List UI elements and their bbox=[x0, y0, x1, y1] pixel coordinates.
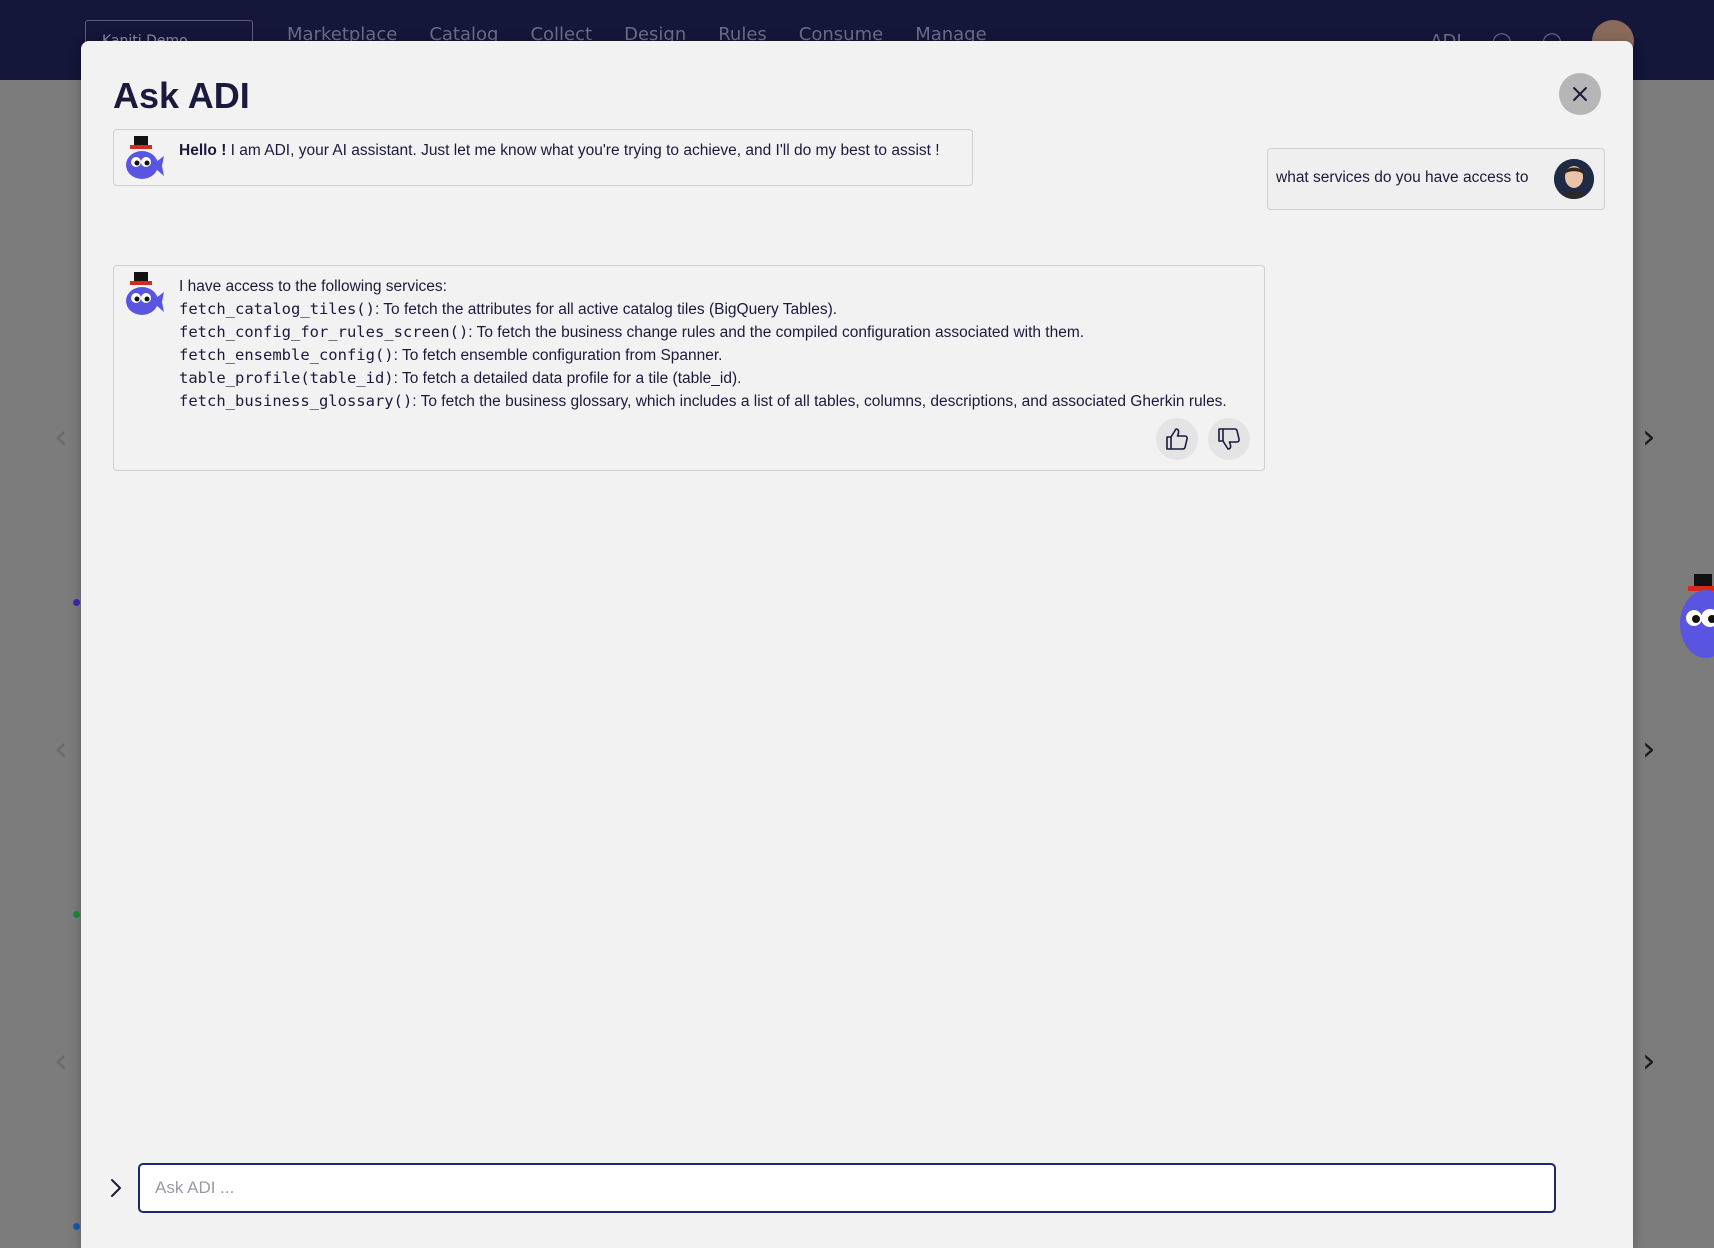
modal-title: Ask ADI bbox=[113, 75, 250, 116]
chevron-right-icon: › bbox=[1642, 417, 1656, 457]
feedback-buttons bbox=[1156, 418, 1250, 460]
greeting-bold: Hello ! bbox=[179, 142, 227, 159]
service-item: fetch_ensemble_config(): To fetch ensemb… bbox=[179, 344, 1227, 367]
user-message: what services do you have access to bbox=[1267, 148, 1605, 210]
status-dot bbox=[73, 1223, 80, 1230]
user-message-text: what services do you have access to bbox=[1276, 169, 1529, 186]
service-function: fetch_catalog_tiles() bbox=[179, 300, 375, 318]
mascot-icon bbox=[1680, 574, 1714, 658]
user-avatar-icon bbox=[1554, 159, 1594, 199]
thumbs-down-button[interactable] bbox=[1208, 418, 1250, 460]
services-intro: I have access to the following services: bbox=[179, 278, 447, 295]
service-function: fetch_config_for_rules_screen() bbox=[179, 323, 469, 341]
service-item: table_profile(table_id): To fetch a deta… bbox=[179, 367, 1227, 390]
chevron-left-icon: ‹ bbox=[54, 1041, 68, 1081]
thumbs-up-icon bbox=[1166, 428, 1188, 450]
service-description: : To fetch ensemble configuration from S… bbox=[393, 347, 723, 364]
bot-message-greeting: Hello ! I am ADI, your AI assistant. Jus… bbox=[113, 129, 973, 186]
service-item: fetch_business_glossary(): To fetch the … bbox=[179, 390, 1227, 413]
chevron-right-icon: › bbox=[1642, 729, 1656, 769]
adi-avatar-icon bbox=[126, 272, 164, 315]
service-description: : To fetch the business glossary, which … bbox=[412, 393, 1227, 410]
close-button[interactable] bbox=[1559, 73, 1601, 115]
user-avatar bbox=[1554, 159, 1594, 199]
service-item: fetch_catalog_tiles(): To fetch the attr… bbox=[179, 298, 1227, 321]
greeting-text: Hello ! I am ADI, your AI assistant. Jus… bbox=[179, 140, 940, 162]
chevron-right-icon bbox=[111, 1179, 121, 1197]
ask-adi-modal: Ask ADI Hello ! I am ADI, your AI assist… bbox=[81, 41, 1633, 1248]
ask-adi-input[interactable] bbox=[138, 1163, 1556, 1213]
service-item: fetch_config_for_rules_screen(): To fetc… bbox=[179, 321, 1227, 344]
thumbs-down-icon bbox=[1218, 428, 1240, 450]
status-dot bbox=[73, 911, 80, 918]
services-text: I have access to the following services:… bbox=[179, 276, 1227, 413]
thumbs-up-button[interactable] bbox=[1156, 418, 1198, 460]
service-description: : To fetch a detailed data profile for a… bbox=[393, 370, 742, 387]
service-function: table_profile(table_id) bbox=[179, 369, 394, 387]
status-dot bbox=[73, 599, 80, 606]
greeting-body: I am ADI, your AI assistant. Just let me… bbox=[226, 142, 940, 159]
service-description: : To fetch the attributes for all active… bbox=[374, 301, 838, 318]
bot-message-services: I have access to the following services:… bbox=[113, 265, 1265, 471]
chevron-left-icon: ‹ bbox=[54, 417, 68, 457]
chevron-right-icon: › bbox=[1642, 1041, 1656, 1081]
adi-avatar-icon bbox=[126, 136, 164, 179]
service-function: fetch_ensemble_config() bbox=[179, 346, 394, 364]
service-function: fetch_business_glossary() bbox=[179, 392, 413, 410]
chat-input-row bbox=[109, 1163, 1589, 1213]
close-icon bbox=[1573, 87, 1587, 101]
service-description: : To fetch the business change rules and… bbox=[468, 324, 1085, 341]
chevron-left-icon: ‹ bbox=[54, 729, 68, 769]
